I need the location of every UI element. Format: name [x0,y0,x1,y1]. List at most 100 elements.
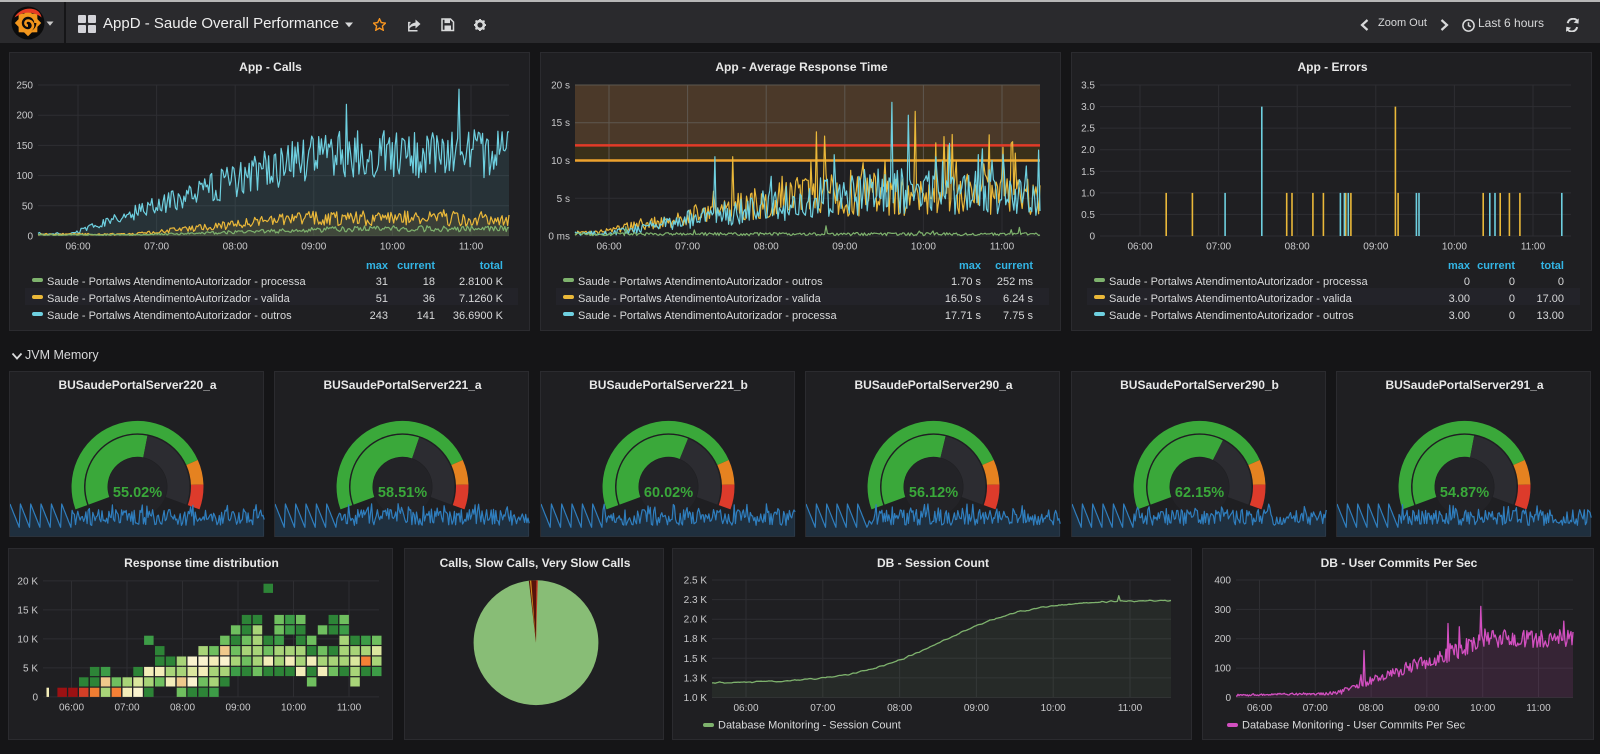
svg-text:App - Average Response Time: App - Average Response Time [715,60,888,74]
svg-text:5 s: 5 s [557,194,570,205]
svg-text:total: total [480,260,503,272]
svg-text:0: 0 [1509,310,1515,322]
svg-text:Saude - Portalws AtendimentoAu: Saude - Portalws AtendimentoAutorizador … [47,310,292,322]
svg-text:11:00: 11:00 [1526,703,1551,714]
svg-text:06:00: 06:00 [65,242,90,253]
svg-text:App - Calls: App - Calls [239,60,302,74]
svg-text:11:00: 11:00 [337,702,362,713]
svg-text:0 ms: 0 ms [548,232,570,243]
svg-text:Saude - Portalws AtendimentoAu: Saude - Portalws AtendimentoAutorizador … [1109,276,1369,288]
svg-text:2.5: 2.5 [1081,124,1095,135]
svg-text:7.1260 K: 7.1260 K [459,293,504,305]
svg-text:2.0 K: 2.0 K [684,615,708,626]
svg-text:06:00: 06:00 [59,702,84,713]
svg-text:Database Monitoring - Session: Database Monitoring - Session Count [718,720,901,732]
svg-text:07:00: 07:00 [114,702,139,713]
svg-text:0: 0 [27,232,33,243]
svg-text:Saude - Portalws AtendimentoAu: Saude - Portalws AtendimentoAutorizador … [1109,310,1354,322]
svg-text:current: current [397,260,435,272]
svg-text:10:00: 10:00 [1041,703,1066,714]
svg-text:250: 250 [16,81,33,92]
svg-text:09:00: 09:00 [225,702,250,713]
svg-text:0: 0 [1509,276,1515,288]
svg-text:09:00: 09:00 [1363,242,1388,253]
svg-text:56.12%: 56.12% [909,485,958,501]
svg-text:max: max [1448,260,1471,272]
svg-text:20 s: 20 s [551,81,570,92]
svg-text:100: 100 [16,171,33,182]
svg-text:11:00: 11:00 [1521,242,1546,253]
svg-text:0: 0 [1464,276,1470,288]
svg-text:07:00: 07:00 [1303,703,1328,714]
svg-text:51: 51 [376,293,388,305]
svg-text:BUSaudePortalServer290_b: BUSaudePortalServer290_b [1120,378,1279,392]
svg-text:31: 31 [376,276,388,288]
svg-text:0: 0 [1225,693,1231,704]
svg-text:15 s: 15 s [551,118,570,129]
svg-text:Response time distribution: Response time distribution [124,556,279,570]
svg-text:0.5: 0.5 [1081,210,1095,221]
svg-text:BUSaudePortalServer221_b: BUSaudePortalServer221_b [589,378,748,392]
svg-text:400: 400 [1214,576,1231,587]
svg-text:15 K: 15 K [17,605,38,616]
svg-text:Saude - Portalws AtendimentoAu: Saude - Portalws AtendimentoAutorizador … [1109,293,1353,305]
svg-text:08:00: 08:00 [223,242,248,253]
svg-text:200: 200 [1214,634,1231,645]
svg-text:3.5: 3.5 [1081,81,1095,92]
svg-text:58.51%: 58.51% [378,485,427,501]
svg-text:3.00: 3.00 [1449,293,1470,305]
svg-text:10 s: 10 s [551,156,570,167]
svg-text:07:00: 07:00 [144,242,169,253]
svg-text:1.5 K: 1.5 K [684,654,708,665]
svg-text:06:00: 06:00 [596,242,621,253]
svg-text:07:00: 07:00 [675,242,700,253]
svg-text:09:00: 09:00 [964,703,989,714]
svg-text:Saude - Portalws AtendimentoAu: Saude - Portalws AtendimentoAutorizador … [47,293,291,305]
svg-text:1.5: 1.5 [1081,167,1095,178]
svg-text:11:00: 11:00 [1118,703,1143,714]
svg-text:16.50 s: 16.50 s [945,293,982,305]
svg-text:3.0: 3.0 [1081,102,1095,113]
svg-text:total: total [1541,260,1564,272]
svg-text:08:00: 08:00 [170,702,195,713]
svg-text:11:00: 11:00 [459,242,484,253]
svg-text:200: 200 [16,111,33,122]
svg-text:17.71 s: 17.71 s [945,310,982,322]
svg-text:1.3 K: 1.3 K [684,673,708,684]
svg-text:08:00: 08:00 [887,703,912,714]
svg-text:36: 36 [423,293,435,305]
svg-text:1.0: 1.0 [1081,188,1095,199]
svg-text:5 K: 5 K [23,663,38,674]
svg-text:Database Monitoring - User Com: Database Monitoring - User Commits Per S… [1242,720,1466,732]
svg-text:10:00: 10:00 [1442,242,1467,253]
svg-text:6.24 s: 6.24 s [1003,293,1033,305]
svg-text:13.00: 13.00 [1536,310,1564,322]
svg-text:Saude - Portalws AtendimentoAu: Saude - Portalws AtendimentoAutorizador … [578,293,822,305]
svg-text:07:00: 07:00 [1206,242,1231,253]
svg-text:17.00: 17.00 [1536,293,1564,305]
svg-text:18: 18 [423,276,435,288]
svg-text:60.02%: 60.02% [644,485,693,501]
svg-text:06:00: 06:00 [1127,242,1152,253]
svg-text:BUSaudePortalServer221_a: BUSaudePortalServer221_a [324,378,482,392]
svg-text:3.00: 3.00 [1449,310,1470,322]
svg-text:243: 243 [370,310,388,322]
svg-text:36.6900 K: 36.6900 K [453,310,504,322]
svg-text:Saude - Portalws AtendimentoAu: Saude - Portalws AtendimentoAutorizador … [47,276,307,288]
svg-text:10:00: 10:00 [911,242,936,253]
svg-text:BUSaudePortalServer291_a: BUSaudePortalServer291_a [1385,378,1543,392]
svg-text:55.02%: 55.02% [113,485,162,501]
svg-text:1.0 K: 1.0 K [684,693,708,704]
svg-text:DB - Session Count: DB - Session Count [877,556,989,570]
svg-text:7.75 s: 7.75 s [1003,310,1033,322]
svg-text:1.70 s: 1.70 s [951,276,981,288]
svg-text:06:00: 06:00 [733,703,758,714]
svg-text:252 ms: 252 ms [997,276,1034,288]
svg-text:62.15%: 62.15% [1175,485,1224,501]
svg-text:0: 0 [1558,276,1564,288]
svg-text:2.5 K: 2.5 K [684,576,708,587]
svg-text:App - Errors: App - Errors [1297,60,1367,74]
svg-text:2.0: 2.0 [1081,145,1095,156]
svg-text:1.8 K: 1.8 K [684,634,708,645]
svg-text:10:00: 10:00 [1470,703,1495,714]
